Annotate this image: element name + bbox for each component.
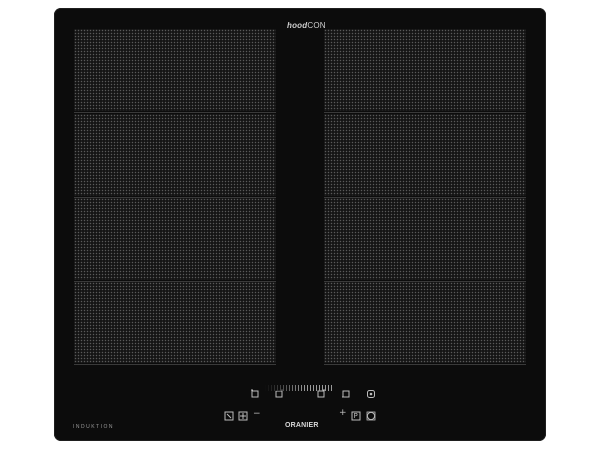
cooking-zone-right-4[interactable] bbox=[324, 282, 526, 365]
oranier-logo: ORANIER bbox=[285, 422, 319, 429]
pause-label: P bbox=[353, 411, 358, 420]
hoodcon-logo: hoodCON bbox=[287, 21, 326, 30]
cooking-zone-right-2[interactable] bbox=[324, 114, 526, 198]
minus-button[interactable]: − bbox=[253, 410, 261, 419]
cooking-zone-left-1[interactable] bbox=[74, 29, 276, 113]
cooking-zone-left-2[interactable] bbox=[74, 114, 276, 198]
cooking-zone-right-3[interactable] bbox=[324, 198, 526, 282]
power-slider[interactable] bbox=[265, 385, 333, 391]
cooking-zone-left-4[interactable] bbox=[74, 282, 276, 365]
power-icon[interactable] bbox=[366, 411, 376, 421]
induction-cooktop: hoodCON − + P INDUKTION ORANIER bbox=[54, 8, 546, 441]
cooking-zone-left-3[interactable] bbox=[74, 198, 276, 282]
flex-icon[interactable] bbox=[238, 411, 248, 421]
timer-icon[interactable] bbox=[224, 411, 234, 421]
cooking-zone-right-1[interactable] bbox=[324, 29, 526, 113]
lock-icon[interactable] bbox=[366, 389, 376, 399]
induction-label: INDUKTION bbox=[73, 424, 114, 430]
slider-fade bbox=[265, 385, 305, 391]
bridge-right-2-icon[interactable] bbox=[341, 389, 351, 399]
plus-button[interactable]: + bbox=[339, 409, 347, 418]
bridge-left-icon[interactable] bbox=[250, 389, 260, 399]
pause-button[interactable]: P bbox=[351, 411, 361, 421]
